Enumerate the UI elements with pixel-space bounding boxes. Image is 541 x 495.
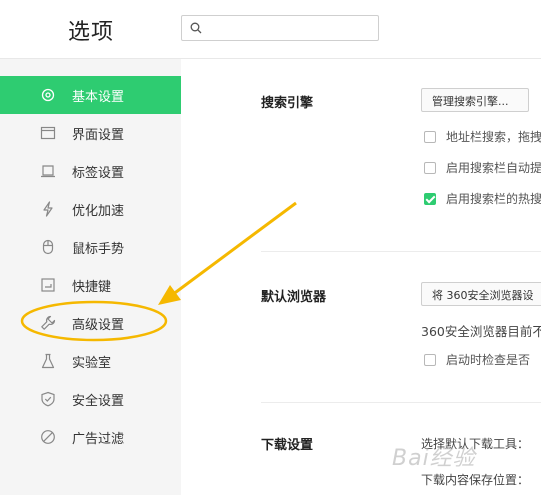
checkbox[interactable] — [424, 353, 436, 366]
wrench-icon — [41, 315, 56, 330]
sidebar-item-tabs[interactable]: 标签设置 — [0, 152, 181, 190]
sidebar-item-label: 实验室 — [72, 356, 112, 371]
mouse-icon — [42, 239, 54, 255]
checkbox-checked[interactable] — [424, 192, 436, 205]
option-label: 启动时检查是否 — [446, 353, 531, 367]
tab-icon — [41, 165, 55, 178]
gear-icon — [41, 88, 55, 102]
option-searchbar-autocomplete[interactable]: 启用搜索栏自动提 — [424, 159, 541, 176]
sidebar-item-label: 优化加速 — [72, 204, 125, 219]
default-browser-status: 360安全浏览器目前不 — [421, 324, 541, 339]
flask-icon — [41, 353, 55, 369]
set-default-browser-button[interactable]: 将 360安全浏览器设 — [421, 282, 541, 306]
block-icon — [41, 430, 55, 444]
divider — [261, 402, 541, 403]
option-searchbar-hot-search[interactable]: 启用搜索栏的热搜 — [424, 190, 541, 207]
divider — [261, 251, 541, 252]
option-label: 地址栏搜索，拖拽 — [446, 130, 541, 144]
download-path-label: 下载内容保存位置： — [421, 473, 530, 487]
section-title-search-engine: 搜索引擎 — [261, 96, 314, 111]
sidebar-item-label: 鼠标手势 — [72, 242, 125, 257]
search-box[interactable] — [181, 15, 379, 41]
section-title-default-browser: 默认浏览器 — [261, 290, 327, 305]
option-addressbar-search[interactable]: 地址栏搜索，拖拽 — [424, 128, 541, 145]
sidebar-item-label: 广告过滤 — [72, 432, 125, 447]
section-title-download: 下载设置 — [261, 438, 314, 453]
sidebar-item-label: 高级设置 — [72, 318, 125, 333]
keyboard-icon — [41, 278, 55, 292]
sidebar-item-basic[interactable]: 基本设置 — [0, 76, 181, 114]
option-check-default-on-start[interactable]: 启动时检查是否 — [424, 351, 530, 368]
watermark: Bai经验 — [392, 446, 476, 471]
checkbox[interactable] — [424, 130, 436, 143]
sidebar-item-adblock[interactable]: 广告过滤 — [0, 418, 181, 456]
option-label: 启用搜索栏的热搜 — [446, 192, 541, 206]
window-icon — [40, 126, 56, 140]
lightning-icon — [43, 201, 53, 217]
sidebar: 基本设置 界面设置 标签设置 优化加速 鼠标手势 快捷键 高级设置 实验室 安全… — [0, 59, 181, 495]
sidebar-item-lab[interactable]: 实验室 — [0, 342, 181, 380]
sidebar-item-label: 安全设置 — [72, 394, 125, 409]
checkbox[interactable] — [424, 161, 436, 174]
sidebar-item-security[interactable]: 安全设置 — [0, 380, 181, 418]
sidebar-item-label: 快捷键 — [72, 280, 112, 295]
manage-search-engines-button[interactable]: 管理搜索引擎... — [421, 88, 529, 112]
sidebar-item-advanced[interactable]: 高级设置 — [0, 304, 181, 342]
sidebar-item-mouse-gesture[interactable]: 鼠标手势 — [0, 228, 181, 266]
search-icon — [190, 22, 202, 34]
sidebar-item-label: 基本设置 — [72, 90, 125, 105]
sidebar-item-interface[interactable]: 界面设置 — [0, 114, 181, 152]
sidebar-item-speedup[interactable]: 优化加速 — [0, 190, 181, 228]
option-label: 启用搜索栏自动提 — [446, 161, 541, 175]
sidebar-item-label: 标签设置 — [72, 166, 125, 181]
title-bar: 选项 — [0, 0, 541, 59]
sidebar-item-label: 界面设置 — [72, 128, 125, 143]
sidebar-item-shortcuts[interactable]: 快捷键 — [0, 266, 181, 304]
page-title: 选项 — [68, 20, 115, 45]
shield-icon — [41, 391, 55, 407]
settings-content: 搜索引擎 管理搜索引擎... 地址栏搜索，拖拽 启用搜索栏自动提 启用搜索栏的热… — [181, 59, 541, 495]
search-input[interactable] — [208, 18, 378, 40]
